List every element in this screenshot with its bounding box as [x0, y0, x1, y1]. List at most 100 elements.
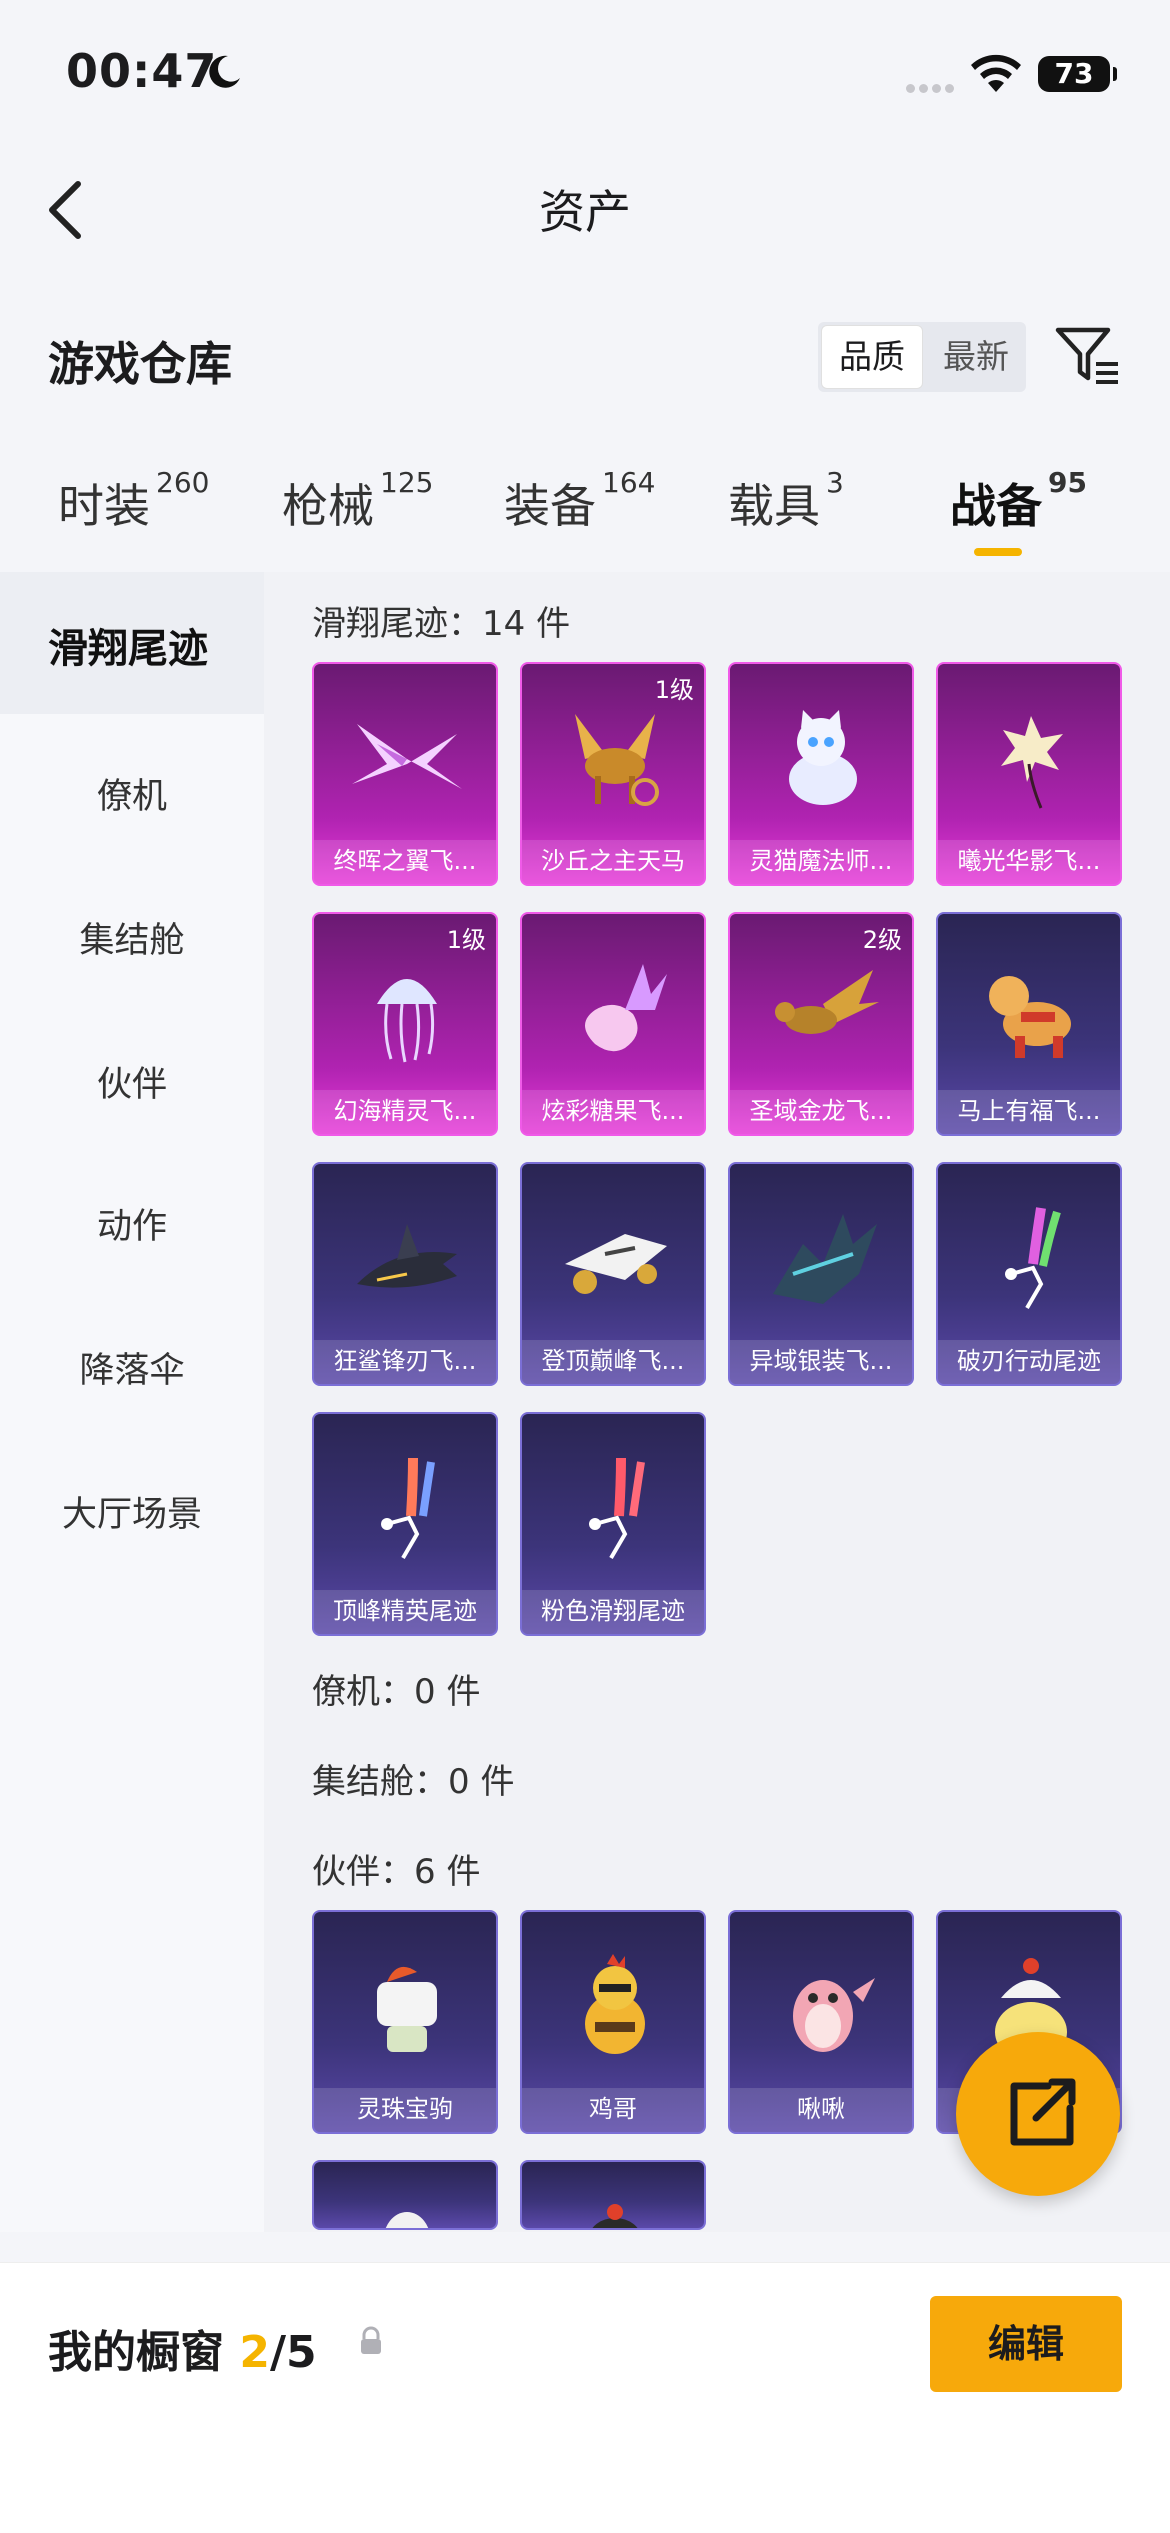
sidebar-item-parachute[interactable]: 降落伞: [0, 1342, 264, 1393]
item-name: 粉色滑翔尾迹: [541, 1597, 685, 1625]
pink-bird-icon: [793, 1978, 875, 2052]
horse-toy-icon: [989, 976, 1071, 1058]
item-name: 啾啾: [797, 2095, 845, 2123]
item-name: 曦光华影飞...: [957, 847, 1101, 875]
tab-equipment[interactable]: 装备 164: [504, 466, 655, 536]
item-card[interactable]: 灵珠宝驹: [312, 1910, 498, 2134]
item-name: 终晖之翼飞...: [333, 847, 477, 875]
sidebar-item-rally-pod[interactable]: 集结舱: [0, 912, 264, 963]
item-card[interactable]: [520, 2160, 706, 2230]
showcase-title: 我的橱窗: [48, 2327, 224, 2378]
item-name: 异域银装飞...: [749, 1347, 893, 1375]
section-title-glide-trail: 滑翔尾迹：14 件: [312, 604, 571, 644]
item-name: 圣域金龙飞...: [749, 1097, 893, 1125]
tab-count: 125: [380, 466, 434, 499]
tab-count: 260: [156, 466, 210, 499]
tab-label: 时装: [58, 479, 150, 533]
smoke-trail-icon: [589, 1457, 645, 1560]
sidebar-item-wingman[interactable]: 僚机: [0, 768, 264, 819]
item-card[interactable]: 曦光华影飞...: [936, 662, 1122, 886]
item-name: 沙丘之主天马: [541, 847, 685, 875]
wings-icon: [352, 724, 462, 789]
pony-toy-icon: [377, 1966, 437, 2052]
item-name: 马上有福飞...: [957, 1097, 1101, 1125]
tab-battle-gear[interactable]: 战备 95: [950, 466, 1087, 536]
tab-count: 95: [1048, 466, 1087, 499]
item-card[interactable]: 顶峰精英尾迹: [312, 1412, 498, 1636]
status-time: 00:47: [66, 44, 218, 98]
helmet-icon: [592, 2204, 638, 2228]
page-title: 资产: [539, 185, 631, 239]
item-card[interactable]: 啾啾: [728, 1910, 914, 2134]
edit-button[interactable]: 编辑: [930, 2296, 1122, 2392]
moon-icon: [209, 55, 240, 88]
item-name: 登顶巅峰飞...: [541, 1347, 685, 1375]
item-name: 幻海精灵飞...: [333, 1097, 477, 1125]
sort-toggle[interactable]: 品质 最新: [818, 322, 1026, 392]
jellyfish-icon: [377, 979, 437, 1063]
cat-icon: [789, 710, 857, 805]
item-card[interactable]: 粉色滑翔尾迹: [520, 1412, 706, 1636]
item-card[interactable]: 终晖之翼飞...: [312, 662, 498, 886]
share-icon: [1010, 2078, 1076, 2146]
share-button[interactable]: [956, 2032, 1120, 2196]
shark-icon: [357, 1224, 457, 1288]
sidebar-item-lobby-scene[interactable]: 大厅场景: [0, 1486, 264, 1537]
tab-fashion[interactable]: 时装 260: [58, 466, 209, 536]
filter-icon[interactable]: [1054, 324, 1120, 388]
section-title-rally-pod: 集结舱：0 件: [312, 1762, 515, 1802]
pegasus-icon: [575, 714, 659, 806]
chicken-icon: [585, 1954, 645, 2054]
item-name: 顶峰精英尾迹: [333, 1597, 477, 1625]
item-card[interactable]: 炫彩糖果飞...: [520, 912, 706, 1136]
battery-indicator: 73: [1038, 56, 1117, 92]
item-card[interactable]: 登顶巅峰飞...: [520, 1162, 706, 1386]
showcase-label: 我的橱窗 2/5: [48, 2316, 317, 2380]
item-level: 2级: [862, 926, 902, 954]
item-name: 灵猫魔法师...: [749, 847, 893, 875]
item-name: 灵珠宝驹: [357, 2095, 453, 2123]
jet-icon: [565, 1234, 667, 1294]
item-card[interactable]: 1级 沙丘之主天马: [520, 662, 706, 886]
item-card[interactable]: 破刃行动尾迹: [936, 1162, 1122, 1386]
smoke-trail-icon: [381, 1457, 435, 1560]
tab-vehicles[interactable]: 载具 3: [728, 466, 844, 536]
category-sidebar: [0, 572, 264, 2232]
item-level: 1级: [446, 926, 486, 954]
dragon-icon: [775, 970, 879, 1034]
sidebar-item-action[interactable]: 动作: [0, 1198, 264, 1249]
tab-guns[interactable]: 枪械 125: [282, 466, 433, 536]
item-card[interactable]: 异域银装飞...: [728, 1162, 914, 1386]
item-card[interactable]: 鸡哥: [520, 1910, 706, 2134]
tab-count: 3: [826, 466, 844, 499]
item-card[interactable]: 马上有福飞...: [936, 912, 1122, 1136]
item-card[interactable]: 1级 幻海精灵飞...: [312, 912, 498, 1136]
section-title-partner: 伙伴：6 件: [312, 1852, 481, 1892]
tab-label: 战备: [950, 479, 1042, 533]
tab-label: 装备: [504, 479, 596, 533]
sort-quality-option[interactable]: 品质: [821, 325, 923, 389]
item-card[interactable]: 狂鲨锋刃飞...: [312, 1162, 498, 1386]
tab-count: 164: [602, 466, 656, 499]
candy-icon: [585, 964, 667, 1052]
sidebar-item-partner[interactable]: 伙伴: [0, 1056, 264, 1107]
item-card[interactable]: 灵猫魔法师...: [728, 662, 914, 886]
item-name: 鸡哥: [589, 2095, 637, 2123]
section-title-wingman: 僚机：0 件: [312, 1672, 481, 1712]
item-name: 炫彩糖果飞...: [541, 1097, 685, 1125]
item-card[interactable]: [312, 2160, 498, 2230]
winged-glider-icon: [773, 1214, 877, 1304]
active-tab-indicator: [974, 548, 1022, 556]
item-name: 破刃行动尾迹: [957, 1347, 1101, 1375]
ghost-icon: [385, 2212, 429, 2228]
item-level: 1级: [654, 676, 694, 704]
showcase-total: /5: [269, 2327, 317, 2378]
sort-newest-option[interactable]: 最新: [926, 322, 1026, 392]
tab-label: 载具: [728, 479, 820, 533]
sidebar-item-glide-trail[interactable]: 滑翔尾迹: [0, 616, 264, 674]
lock-icon: [361, 2326, 381, 2354]
showcase-count: 2: [239, 2327, 270, 2378]
wifi-icon: [971, 54, 1021, 92]
item-card[interactable]: 2级 圣域金龙飞...: [728, 912, 914, 1136]
item-name: 狂鲨锋刃飞...: [333, 1347, 477, 1375]
